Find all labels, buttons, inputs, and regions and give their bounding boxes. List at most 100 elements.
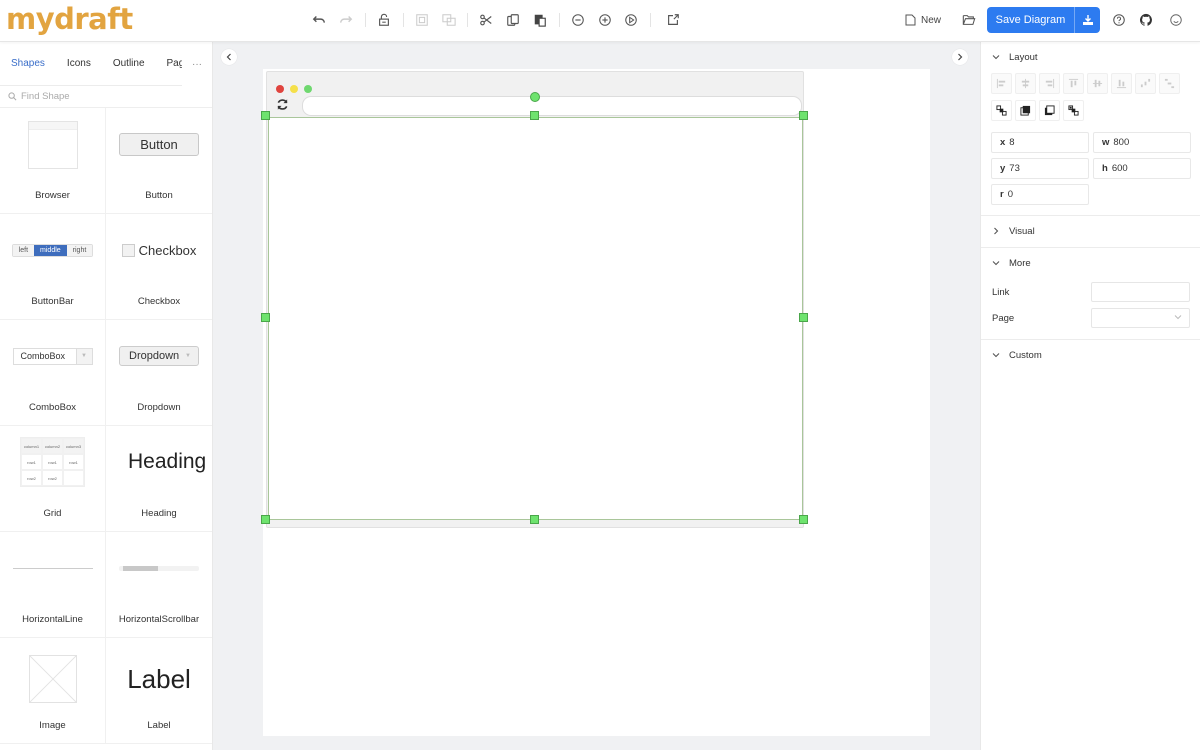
tab-outline[interactable]: Outline (102, 42, 156, 86)
send-backward-icon[interactable] (1039, 100, 1060, 121)
ungroup-icon[interactable] (440, 11, 458, 29)
chevron-down-icon (992, 259, 1000, 269)
shape-item-label[interactable]: Label Label (106, 638, 212, 744)
shape-item-horizontalscrollbar[interactable]: HorizontalScrollbar (106, 532, 212, 638)
tab-icons[interactable]: Icons (56, 42, 102, 86)
bring-to-front-icon[interactable] (991, 100, 1012, 121)
find-shape-input[interactable] (21, 91, 201, 102)
checkbox-preview: Checkbox (122, 243, 197, 258)
shape-item-image[interactable]: Image (0, 638, 106, 744)
resize-handle-left[interactable] (261, 313, 270, 322)
redo-icon[interactable] (337, 11, 355, 29)
shape-item-grid[interactable]: column1 column2 column3 row1 row1 row1 r… (0, 426, 106, 532)
shape-item-heading[interactable]: Heading Heading (106, 426, 212, 532)
grid-preview-cell: row1 (42, 454, 63, 470)
shape-label: HorizontalScrollbar (106, 614, 212, 625)
buttonbar-preview-item: right (67, 245, 93, 256)
cut-icon[interactable] (477, 11, 495, 29)
tab-shapes[interactable]: Shapes (0, 42, 56, 86)
link-input[interactable] (1091, 282, 1190, 302)
r-field[interactable]: r (991, 184, 1089, 205)
toolbar-divider (467, 13, 468, 27)
shape-item-buttonbar[interactable]: left middle right ButtonBar (0, 214, 106, 320)
help-icon[interactable] (1110, 11, 1128, 29)
resize-handle-right[interactable] (799, 313, 808, 322)
zoom-out-icon[interactable] (569, 11, 587, 29)
shape-item-browser[interactable]: Browser (0, 108, 106, 214)
y-field[interactable]: y (991, 158, 1089, 179)
user-icon[interactable] (1167, 11, 1185, 29)
section-title: Visual (1009, 226, 1035, 237)
section-title: Custom (1009, 350, 1042, 361)
save-diagram-button[interactable]: Save Diagram (987, 7, 1074, 33)
paste-icon[interactable] (531, 11, 549, 29)
grid-preview-cell: column3 (63, 438, 84, 454)
shape-item-checkbox[interactable]: Checkbox Checkbox (106, 214, 212, 320)
h-field[interactable]: h (1093, 158, 1191, 179)
w-field[interactable]: w (1093, 132, 1191, 153)
resize-handle-bottom-right[interactable] (799, 515, 808, 524)
order-buttons (981, 100, 1200, 121)
w-input[interactable] (1113, 137, 1173, 148)
align-center-v-icon[interactable] (1087, 73, 1108, 94)
page-select[interactable] (1091, 308, 1190, 328)
undo-icon[interactable] (310, 11, 328, 29)
open-folder-icon[interactable] (960, 11, 978, 29)
copy-icon[interactable] (504, 11, 522, 29)
github-icon[interactable] (1137, 11, 1155, 29)
rotate-handle[interactable] (530, 92, 540, 102)
resize-handle-bottom-left[interactable] (261, 515, 270, 524)
shape-label: Heading (106, 508, 212, 519)
x-label: x (1000, 137, 1005, 148)
more-section: More Link Page (981, 248, 1200, 340)
collapse-left-panel-button[interactable] (221, 49, 237, 65)
zoom-in-icon[interactable] (596, 11, 614, 29)
shape-item-button[interactable]: Button Button (106, 108, 212, 214)
distribute-vertical-icon[interactable] (1159, 73, 1180, 94)
resize-handle-top-left[interactable] (261, 111, 270, 120)
layout-section-header[interactable]: Layout (981, 42, 1200, 73)
align-top-icon[interactable] (1063, 73, 1084, 94)
grid-preview-cell: column1 (21, 438, 42, 454)
canvas-area[interactable] (213, 42, 980, 750)
more-tabs-button[interactable]: ··· (182, 42, 212, 86)
distribute-horizontal-icon[interactable] (1135, 73, 1156, 94)
chevron-down-icon (992, 53, 1000, 63)
more-section-header[interactable]: More (981, 248, 1200, 279)
align-center-h-icon[interactable] (1015, 73, 1036, 94)
download-icon[interactable] (1074, 7, 1100, 33)
browser-shape[interactable] (266, 71, 804, 528)
shape-item-combobox[interactable]: ComboBox▼ ComboBox (0, 320, 106, 426)
y-input[interactable] (1009, 163, 1069, 174)
group-icon[interactable] (413, 11, 431, 29)
custom-section-header[interactable]: Custom (981, 340, 1200, 371)
resize-handle-top[interactable] (530, 111, 539, 120)
play-icon[interactable] (622, 11, 640, 29)
link-label: Link (992, 287, 1009, 298)
x-field[interactable]: x (991, 132, 1089, 153)
resize-handle-bottom[interactable] (530, 515, 539, 524)
x-input[interactable] (1009, 137, 1069, 148)
collapse-right-panel-button[interactable] (952, 49, 968, 65)
export-icon[interactable] (664, 11, 682, 29)
align-left-icon[interactable] (991, 73, 1012, 94)
r-input[interactable] (1008, 189, 1068, 200)
shape-item-dropdown[interactable]: Dropdown▼ Dropdown (106, 320, 212, 426)
visual-section: Visual (981, 216, 1200, 248)
browser-preview (28, 121, 78, 169)
align-right-icon[interactable] (1039, 73, 1060, 94)
resize-handle-top-right[interactable] (799, 111, 808, 120)
new-button[interactable]: New (905, 11, 941, 29)
shape-item-horizontalline[interactable]: HorizontalLine (0, 532, 106, 638)
align-bottom-icon[interactable] (1111, 73, 1132, 94)
custom-section: Custom (981, 340, 1200, 371)
image-placeholder-icon (29, 655, 77, 703)
send-to-back-icon[interactable] (1063, 100, 1084, 121)
lock-icon[interactable] (375, 11, 393, 29)
h-input[interactable] (1112, 163, 1172, 174)
reload-icon (276, 98, 289, 114)
horizontalline-preview (13, 568, 93, 569)
diagram-page[interactable] (263, 69, 930, 736)
bring-forward-icon[interactable] (1015, 100, 1036, 121)
visual-section-header[interactable]: Visual (981, 216, 1200, 247)
